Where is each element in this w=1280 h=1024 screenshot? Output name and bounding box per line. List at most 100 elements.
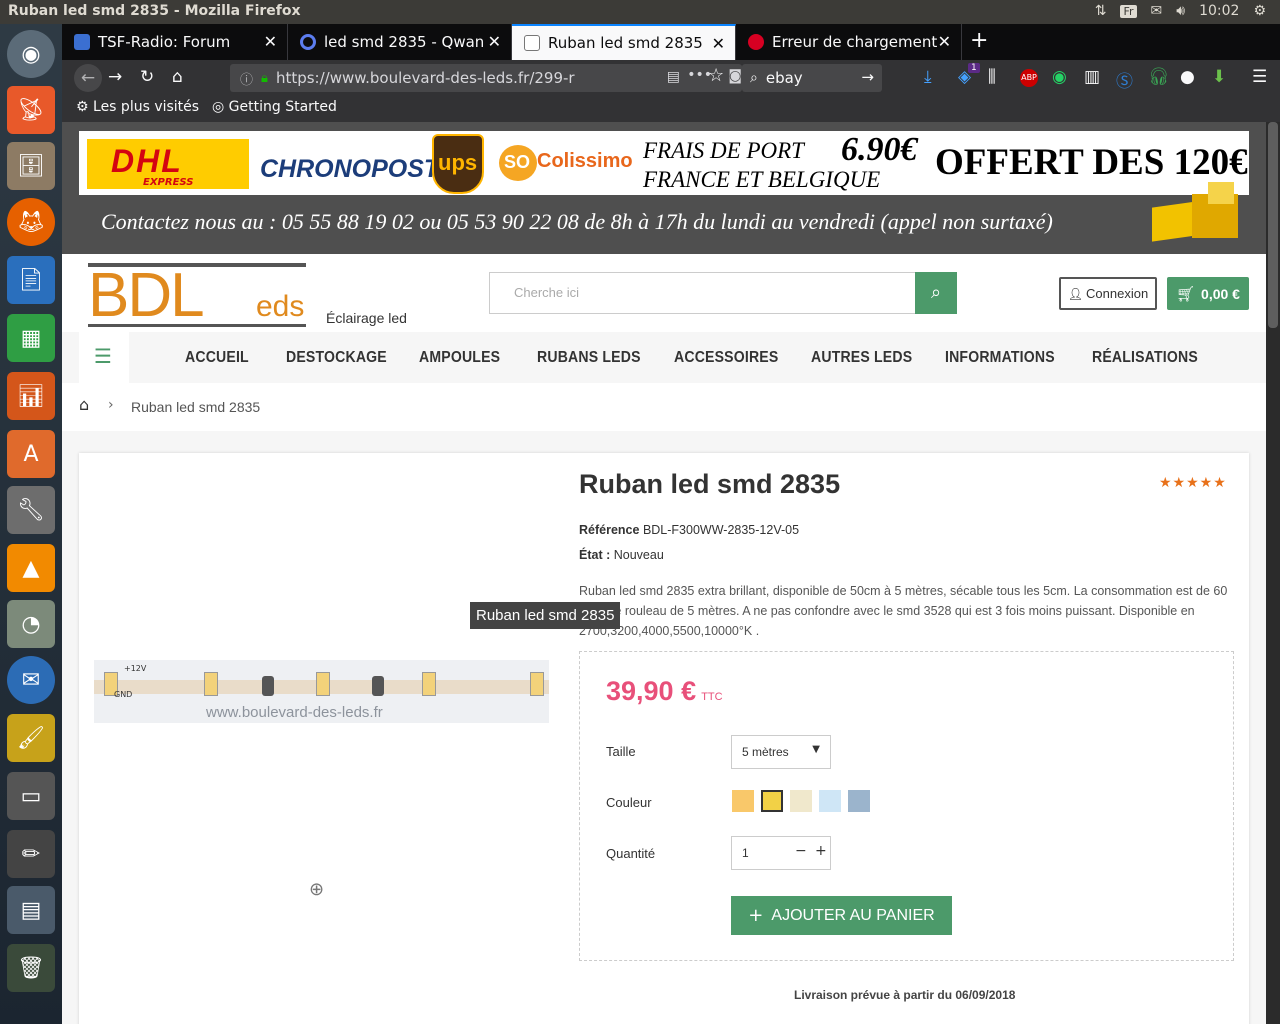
settings-gear-icon[interactable]: ⚙ xyxy=(1253,3,1266,19)
search-go-icon[interactable]: → xyxy=(861,68,874,86)
clock[interactable]: 10:02 xyxy=(1199,3,1239,19)
mail-icon[interactable]: ✉ xyxy=(1151,3,1163,19)
login-button[interactable]: 👤︎ Connexion xyxy=(1059,277,1157,310)
tab-bar: TSF-Radio: Forum ✕ led smd 2835 - Qwant … xyxy=(62,24,1280,60)
zoom-icon[interactable]: ⊕ xyxy=(309,879,324,900)
bdl-logo[interactable]: BDL eds xyxy=(88,261,306,330)
url-text[interactable]: https://www.boulevard-des-leds.fr/299-r xyxy=(276,69,575,87)
bookmark-most-visited[interactable]: ⚙ Les plus visités xyxy=(76,99,199,115)
reload-icon[interactable]: ↻ xyxy=(140,67,154,87)
calc-icon[interactable]: ▦ xyxy=(7,314,55,362)
menu-item-rubans-leds[interactable]: RUBANS LEDS xyxy=(537,349,641,367)
close-tab-icon[interactable]: ✕ xyxy=(712,34,725,53)
pencils-icon[interactable]: ✏ xyxy=(7,830,55,878)
menu-item-accessoires[interactable]: ACCESSOIRES xyxy=(674,349,778,367)
quantity-stepper[interactable]: 1 − + xyxy=(731,836,831,870)
plus-icon[interactable]: + xyxy=(815,843,827,859)
tab-error[interactable]: Erreur de chargement d ✕ xyxy=(736,24,962,60)
close-tab-icon[interactable]: ✕ xyxy=(264,32,277,51)
add-to-cart-button[interactable]: + AJOUTER AU PANIER xyxy=(731,896,952,935)
search-box[interactable]: ⌕ ebay → xyxy=(742,64,882,92)
software-center-icon[interactable]: A xyxy=(7,430,55,478)
headphones-icon[interactable]: 🎧︎ xyxy=(1148,67,1170,87)
tab-ruban-led[interactable]: Ruban led smd 2835 ✕ xyxy=(512,24,736,60)
library-icon[interactable]: ⫼ xyxy=(988,67,996,87)
plus-icon: + xyxy=(748,905,764,926)
close-tab-icon[interactable]: ✕ xyxy=(488,32,501,51)
home-icon[interactable]: ⌂ xyxy=(79,395,89,414)
quantity-label: Quantité xyxy=(606,846,656,861)
whatsapp-icon[interactable]: ◉ xyxy=(1052,67,1067,87)
menu-item-ampoules[interactable]: AMPOULES xyxy=(419,349,500,367)
downloads-icon[interactable]: ⤓ xyxy=(924,67,932,87)
cart-button[interactable]: 🛒︎ 0,00 € xyxy=(1167,277,1249,310)
firefox-icon[interactable]: 🦊︎ xyxy=(7,198,55,246)
menu-item-realisations[interactable]: RÉALISATIONS xyxy=(1092,349,1198,367)
site-search-input[interactable]: Cherche ici xyxy=(489,272,916,314)
back-icon[interactable]: ← xyxy=(74,64,102,92)
color-swatch[interactable] xyxy=(732,790,754,812)
color-swatch[interactable] xyxy=(848,790,870,812)
so-text: SO xyxy=(504,152,531,172)
logo-main-text: BDL xyxy=(88,261,205,330)
workspace-switcher-icon[interactable]: ▤ xyxy=(7,886,55,934)
network-icon[interactable]: ⇅ xyxy=(1095,3,1107,19)
size-select[interactable]: 5 mètres ▼ xyxy=(731,735,831,769)
new-tab-icon[interactable]: + xyxy=(970,28,988,53)
download-helper-icon[interactable]: ⬇ xyxy=(1212,67,1226,87)
scrollbar-thumb[interactable] xyxy=(1268,122,1278,328)
radio-app-icon[interactable]: 📡︎ xyxy=(7,86,55,134)
pocket-icon[interactable]: ◙ xyxy=(728,68,742,84)
home-icon[interactable]: ⌂ xyxy=(172,67,183,87)
menu-toggle-button[interactable]: ☰ xyxy=(79,332,129,383)
vlc-icon[interactable]: ▲ xyxy=(7,544,55,592)
disk-usage-icon[interactable]: ◔ xyxy=(7,600,55,648)
unity-launcher: ◉ 📡︎ 🗄︎ 🦊︎ 📄︎ ▦ 📊︎ A 🔧︎ ▲ ◔ ✉ 🖌︎ ▭ ✏ ▤ 🗑… xyxy=(0,24,62,1024)
search-icon: ⌕ xyxy=(750,70,758,86)
menu-item-accueil[interactable]: ACCUEIL xyxy=(185,349,249,367)
tsf-favicon-icon xyxy=(74,34,90,50)
keyboard-layout-indicator[interactable]: Fr xyxy=(1120,4,1137,18)
url-bar[interactable]: ⓘ 🔒︎ https://www.boulevard-des-leds.fr/2… xyxy=(230,64,742,92)
menu-item-autres-leds[interactable]: AUTRES LEDS xyxy=(811,349,912,367)
reader-view-icon[interactable]: ▤ xyxy=(667,69,680,85)
thunderbird-icon[interactable]: ✉ xyxy=(7,656,55,704)
quantity-value[interactable]: 1 xyxy=(742,846,749,860)
product-image[interactable]: +12V GND www.boulevard-des-leds.fr xyxy=(94,660,549,723)
image-label: GND xyxy=(114,690,133,699)
promo-banner: DHL EXPRESS CHRONOPOST ups SO Colissimo … xyxy=(62,122,1266,254)
paint-icon[interactable]: 🖌︎ xyxy=(7,714,55,762)
color-swatch[interactable] xyxy=(819,790,841,812)
search-button[interactable]: ⌕ xyxy=(915,272,957,314)
color-swatch-selected[interactable] xyxy=(761,790,783,812)
close-tab-icon[interactable]: ✕ xyxy=(938,32,951,51)
ghostery-icon[interactable]: ● xyxy=(1180,67,1195,87)
color-swatch[interactable] xyxy=(790,790,812,812)
window-title: Ruban led smd 2835 - Mozilla Firefox xyxy=(8,3,301,19)
bookmark-star-icon[interactable]: ☆ xyxy=(708,65,724,86)
bookmark-getting-started[interactable]: ◎ Getting Started xyxy=(212,99,337,115)
scanner-icon[interactable]: ▭ xyxy=(7,772,55,820)
files-icon[interactable]: 🗄︎ xyxy=(7,142,55,190)
forward-icon[interactable]: → xyxy=(108,67,122,87)
writer-icon[interactable]: 📄︎ xyxy=(7,256,55,304)
shipping-banner[interactable]: DHL EXPRESS CHRONOPOST ups SO Colissimo … xyxy=(79,131,1249,195)
trash-icon[interactable]: 🗑︎ xyxy=(7,944,55,992)
search-value[interactable]: ebay xyxy=(766,69,803,87)
menu-icon[interactable]: ☰ xyxy=(1252,67,1267,87)
system-settings-icon[interactable]: 🔧︎ xyxy=(7,486,55,534)
ubuntu-dash-icon[interactable]: ◉ xyxy=(7,30,55,78)
volume-icon[interactable]: 🔊︎ xyxy=(1176,3,1185,19)
tab-qwant[interactable]: led smd 2835 - Qwant S ✕ xyxy=(288,24,512,60)
add-to-cart-label: AJOUTER AU PANIER xyxy=(771,906,935,924)
skype-icon[interactable]: Ⓢ xyxy=(1116,67,1133,92)
menu-item-informations[interactable]: INFORMATIONS xyxy=(945,349,1055,367)
tab-tsf-radio[interactable]: TSF-Radio: Forum ✕ xyxy=(62,24,288,60)
minus-icon[interactable]: − xyxy=(795,843,807,859)
impress-icon[interactable]: 📊︎ xyxy=(7,372,55,420)
adblock-icon[interactable]: ABP xyxy=(1020,69,1038,87)
sidebar-icon[interactable]: ▥ xyxy=(1084,67,1100,87)
info-icon[interactable]: ⓘ xyxy=(240,69,253,88)
menu-item-destockage[interactable]: DESTOCKAGE xyxy=(286,349,387,367)
tab-label: Ruban led smd 2835 xyxy=(548,34,703,52)
